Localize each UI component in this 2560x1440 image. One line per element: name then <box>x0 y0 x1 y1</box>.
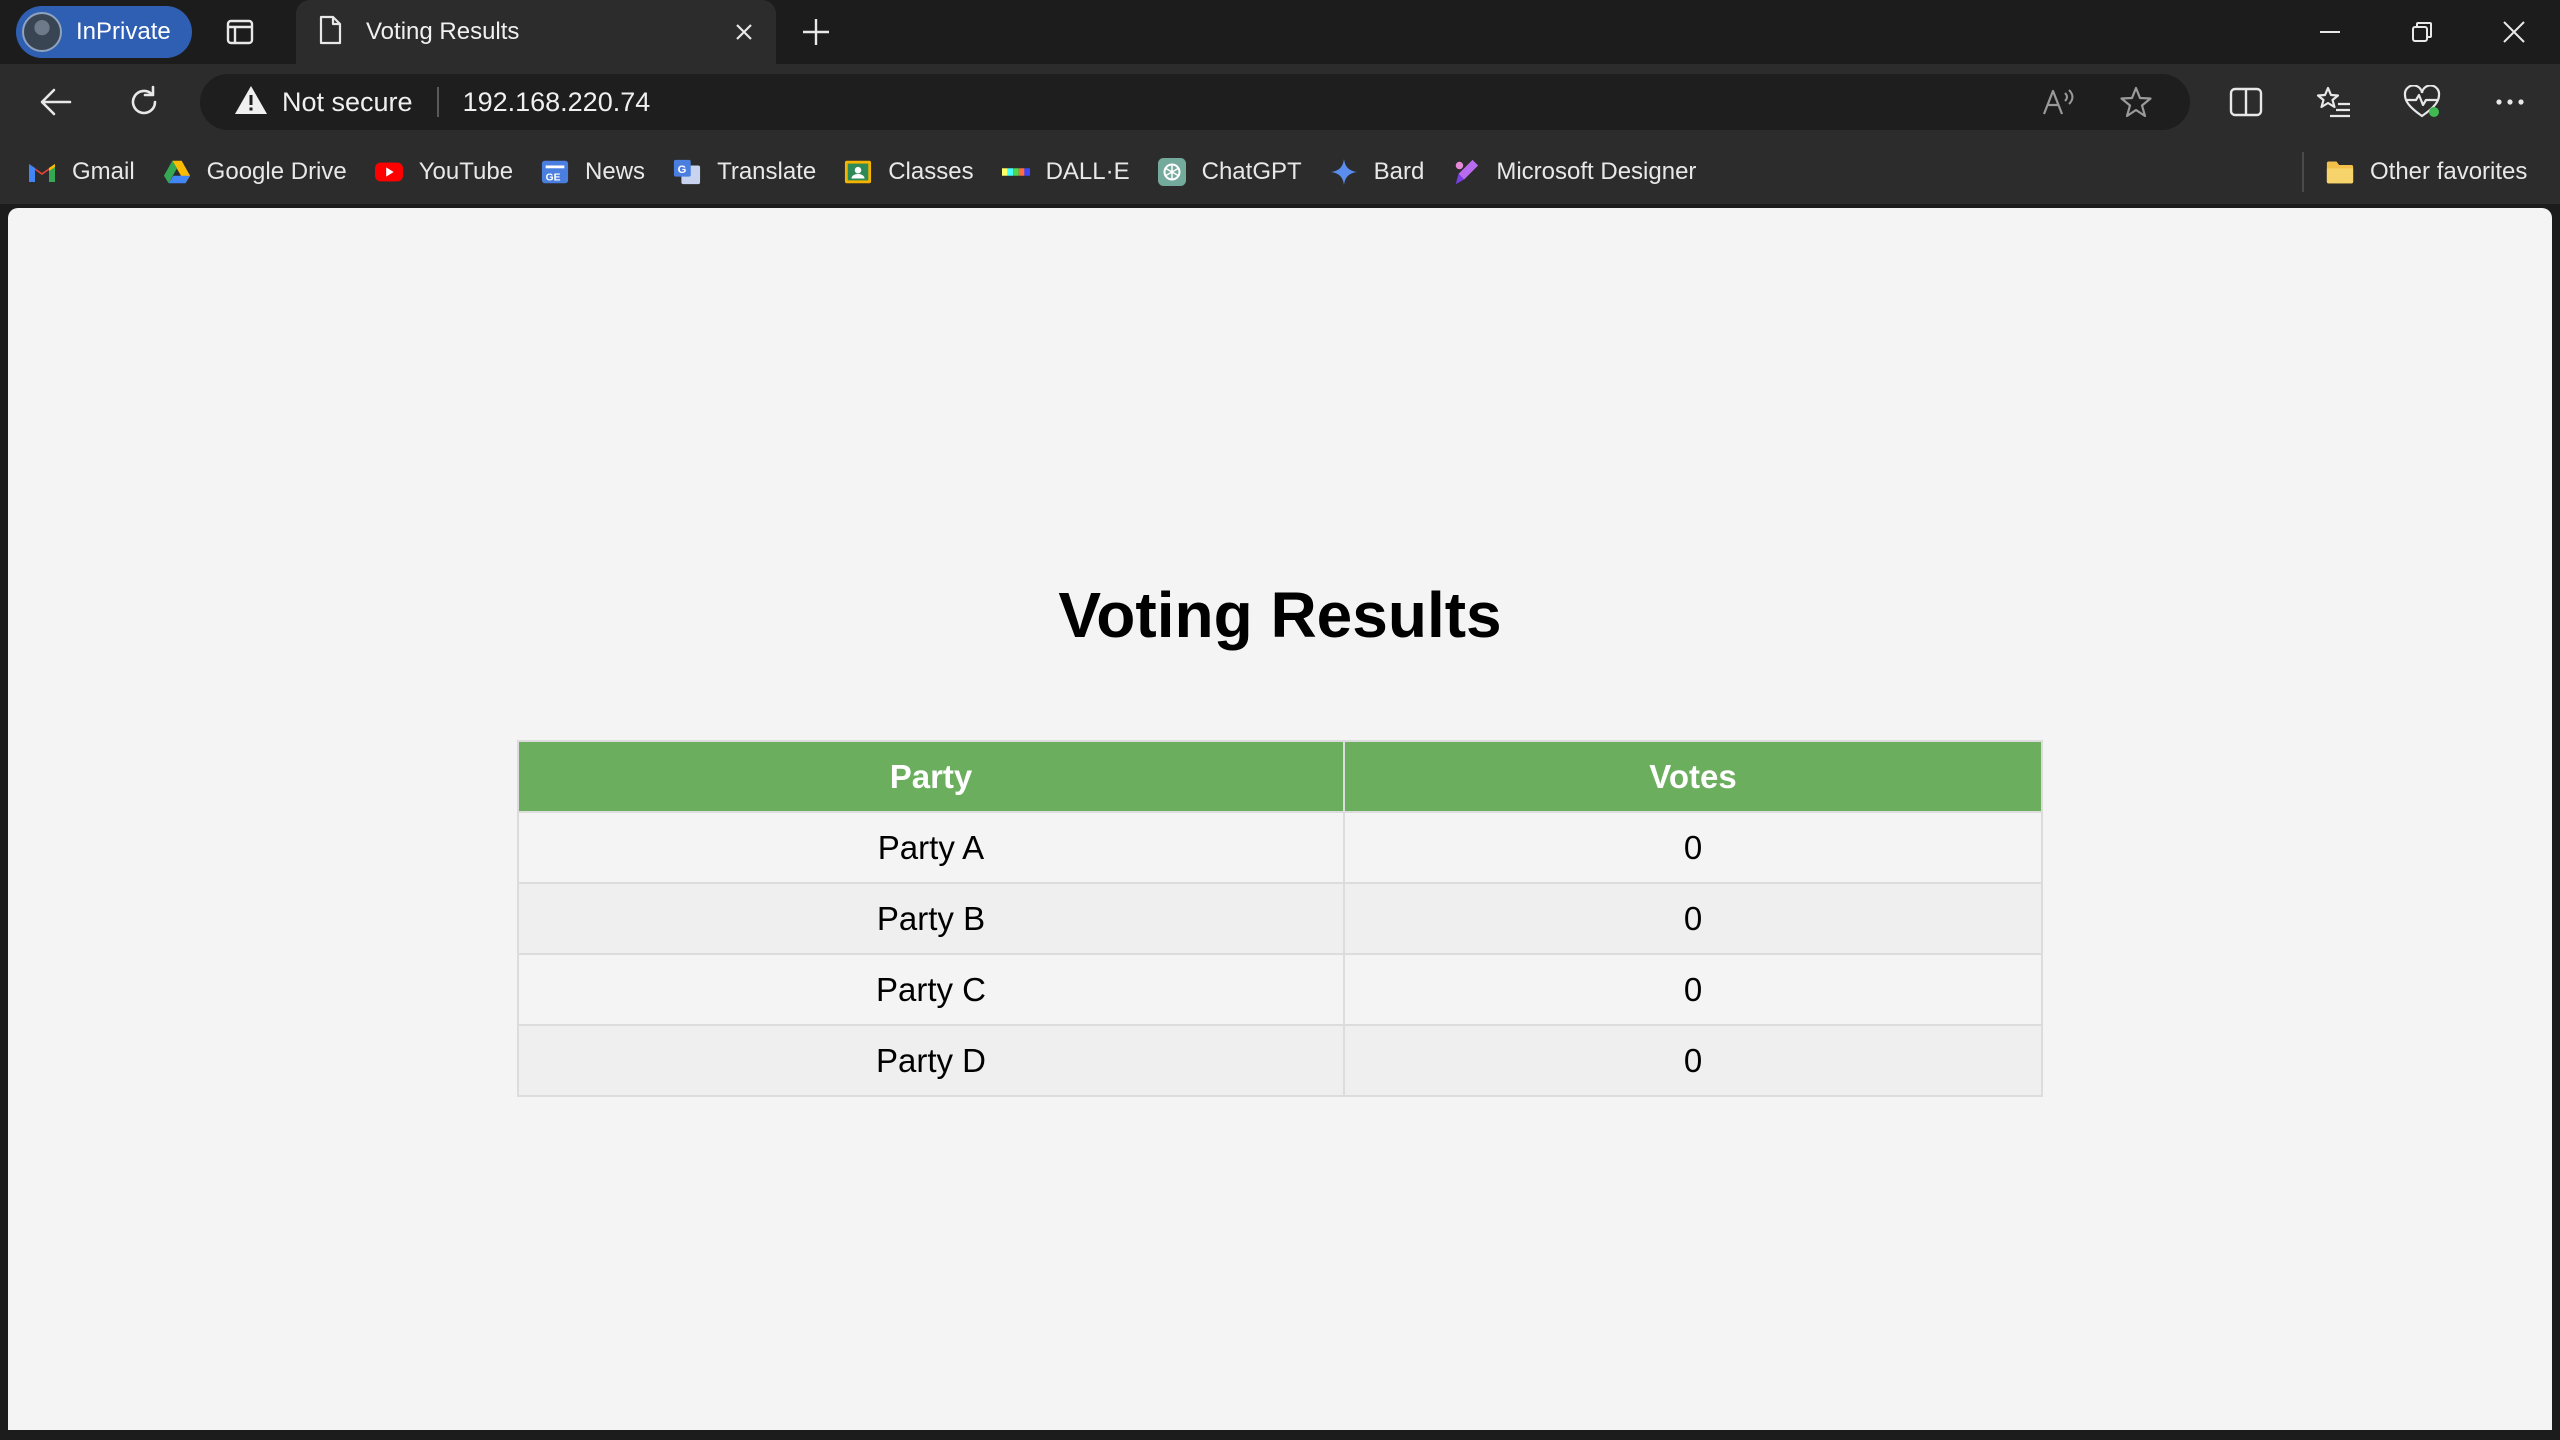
favorite-label: News <box>585 158 646 185</box>
favorites-list-icon <box>2316 86 2350 118</box>
favorite-label: ChatGPT <box>1201 158 1302 185</box>
favorite-label: Translate <box>717 158 817 185</box>
favorite-bard[interactable]: Bard <box>1316 148 1439 196</box>
favorite-chatgpt[interactable]: ChatGPT <box>1144 148 1316 196</box>
favorite-label: Gmail <box>72 158 135 185</box>
split-screen-button[interactable] <box>2222 78 2270 126</box>
tab-actions-button[interactable] <box>224 16 256 48</box>
bard-icon <box>1330 158 1358 186</box>
plus-icon <box>803 19 829 45</box>
designer-icon <box>1452 158 1480 186</box>
window-bottom-edge <box>0 1430 2560 1440</box>
split-screen-icon <box>2229 87 2263 117</box>
svg-text:GE: GE <box>546 172 561 183</box>
close-icon <box>736 24 752 40</box>
favorite-microsoft-designer[interactable]: Microsoft Designer <box>1438 148 1710 196</box>
favorite-translate[interactable]: G Translate <box>659 148 830 196</box>
page-title: Voting Results <box>1058 579 1502 651</box>
page-viewport: Voting Results Party Votes Party A 0 Par… <box>8 208 2552 1430</box>
back-arrow-icon <box>40 88 72 116</box>
favorites-divider <box>2302 152 2304 192</box>
favorite-news[interactable]: GE News <box>527 148 659 196</box>
tab-voting-results[interactable]: Voting Results <box>296 0 776 64</box>
table-row: Party D 0 <box>517 1024 2043 1097</box>
new-tab-button[interactable] <box>796 12 836 52</box>
favorite-label: YouTube <box>418 158 514 185</box>
table-row: Party C 0 <box>517 953 2043 1026</box>
favorite-youtube[interactable]: YouTube <box>361 148 527 196</box>
refresh-icon <box>131 85 157 115</box>
table-row: Party A 0 <box>517 811 2043 884</box>
back-button[interactable] <box>32 78 80 126</box>
party-cell: Party D <box>517 1024 1345 1097</box>
chatgpt-icon <box>1157 158 1186 186</box>
inprivate-label: InPrivate <box>76 18 171 45</box>
column-header-party: Party <box>517 740 1345 813</box>
favorite-star-icon[interactable] <box>2112 78 2160 126</box>
favorites-button[interactable] <box>2310 78 2358 126</box>
table-row: Party B 0 <box>517 882 2043 955</box>
table-header-row: Party Votes <box>517 740 2043 813</box>
url-text[interactable]: 192.168.220.74 <box>463 87 2034 118</box>
tab-strip: InPrivate Voting Results <box>0 0 2560 64</box>
favorite-label: Bard <box>1373 158 1425 185</box>
restore-button[interactable] <box>2392 8 2452 56</box>
minimize-button[interactable] <box>2300 8 2360 56</box>
svg-text:G: G <box>678 164 687 176</box>
news-icon: GE <box>541 158 569 186</box>
votes-cell: 0 <box>1343 811 2043 884</box>
other-favorites-label: Other favorites <box>2370 158 2528 185</box>
avatar <box>22 12 62 52</box>
favorite-label: Microsoft Designer <box>1496 158 1697 185</box>
window-close-button[interactable] <box>2484 8 2544 56</box>
youtube-icon <box>374 158 403 186</box>
refresh-button[interactable] <box>120 78 168 126</box>
inprivate-button[interactable]: InPrivate <box>16 6 192 58</box>
other-favorites[interactable]: Other favorites <box>2312 148 2541 196</box>
classes-icon <box>844 158 872 186</box>
favorites-bar: Gmail Google Drive YouTube GE News G Tra… <box>0 140 2560 204</box>
favorite-label: DALL·E <box>1045 158 1130 185</box>
party-cell: Party C <box>517 953 1345 1026</box>
tab-close-button[interactable] <box>724 12 764 52</box>
address-divider <box>436 87 439 117</box>
google-drive-icon <box>163 158 191 186</box>
minimize-icon <box>2320 31 2340 33</box>
security-label[interactable]: Not secure <box>282 87 413 118</box>
more-button[interactable] <box>2486 78 2534 126</box>
tab-title: Voting Results <box>366 18 520 45</box>
close-icon <box>2503 21 2525 43</box>
translate-icon: G <box>673 158 701 186</box>
browser-essentials-button[interactable] <box>2398 78 2446 126</box>
more-dots-icon <box>2496 99 2524 105</box>
favorite-label: Google Drive <box>206 158 347 185</box>
votes-cell: 0 <box>1343 953 2043 1026</box>
warning-icon[interactable] <box>234 85 268 120</box>
toolbar: Not secure 192.168.220.74 <box>0 64 2560 140</box>
dalle-icon <box>1001 158 1030 186</box>
folder-icon <box>2326 158 2354 186</box>
column-header-votes: Votes <box>1343 740 2043 813</box>
favorite-google-drive[interactable]: Google Drive <box>149 148 361 196</box>
address-bar[interactable]: Not secure 192.168.220.74 <box>200 74 2190 130</box>
read-aloud-icon[interactable] <box>2034 78 2082 126</box>
favorite-classes[interactable]: Classes <box>830 148 987 196</box>
page-icon <box>318 15 342 50</box>
votes-cell: 0 <box>1343 1024 2043 1097</box>
voting-results-table: Party Votes Party A 0 Party B 0 Party C … <box>517 740 2043 1097</box>
favorite-gmail[interactable]: Gmail <box>14 148 149 196</box>
favorite-label: Classes <box>888 158 974 185</box>
party-cell: Party A <box>517 811 1345 884</box>
favorite-dalle[interactable]: DALL·E <box>988 148 1144 196</box>
gmail-icon <box>28 158 56 186</box>
tab-actions-icon <box>226 19 254 45</box>
restore-icon <box>2412 22 2432 42</box>
heart-pulse-icon <box>2403 85 2441 118</box>
votes-cell: 0 <box>1343 882 2043 955</box>
party-cell: Party B <box>517 882 1345 955</box>
